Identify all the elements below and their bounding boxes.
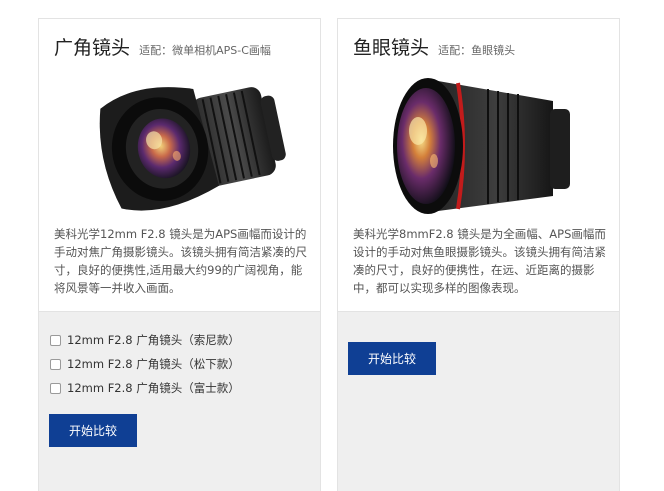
card-footer: 12mm F2.8 广角镜头（索尼款） 12mm F2.8 广角镜头（松下款） … — [39, 311, 320, 491]
checkbox[interactable] — [50, 334, 61, 346]
start-compare-button[interactable]: 开始比较 — [348, 342, 436, 375]
card-header: 鱼眼镜头 适配：鱼眼镜头 — [353, 33, 515, 60]
option-sony[interactable]: 12mm F2.8 广角镜头（索尼款） — [50, 332, 240, 348]
option-label: 12mm F2.8 广角镜头（松下款） — [67, 357, 240, 371]
page: 广角镜头 适配：微单相机APS-C画幅 美科光学12mm F2.8 镜头是为AP… — [0, 0, 664, 491]
checkbox[interactable] — [50, 382, 61, 394]
product-card-wide-angle: 广角镜头 适配：微单相机APS-C画幅 美科光学12mm F2.8 镜头是为AP… — [38, 18, 321, 491]
product-card-fisheye: 鱼眼镜头 适配：鱼眼镜头 美科光学8mmF2.8 镜头是为全画幅、APS画幅而设… — [337, 18, 620, 491]
card-fit-text: 适配：微单相机APS-C画幅 — [139, 44, 271, 57]
option-fuji[interactable]: 12mm F2.8 广角镜头（富士款） — [50, 380, 240, 396]
start-compare-button[interactable]: 开始比较 — [49, 414, 137, 447]
card-title: 广角镜头 — [54, 37, 131, 59]
option-label: 12mm F2.8 广角镜头（索尼款） — [67, 333, 240, 347]
wide-angle-lens-image — [99, 87, 286, 211]
card-header: 广角镜头 适配：微单相机APS-C画幅 — [54, 33, 271, 60]
option-label: 12mm F2.8 广角镜头（富士款） — [67, 381, 240, 395]
card-fit-text: 适配：鱼眼镜头 — [438, 44, 516, 57]
card-footer: 开始比较 — [338, 311, 619, 491]
fisheye-lens-image — [393, 78, 570, 214]
checkbox[interactable] — [50, 358, 61, 370]
card-title: 鱼眼镜头 — [353, 37, 430, 59]
option-panasonic[interactable]: 12mm F2.8 广角镜头（松下款） — [50, 356, 240, 372]
card-description: 美科光学12mm F2.8 镜头是为APS画幅而设计的手动对焦广角摄影镜头。该镜… — [54, 227, 307, 295]
card-description: 美科光学8mmF2.8 镜头是为全画幅、APS画幅而设计的手动对焦鱼眼摄影镜头。… — [353, 227, 606, 295]
